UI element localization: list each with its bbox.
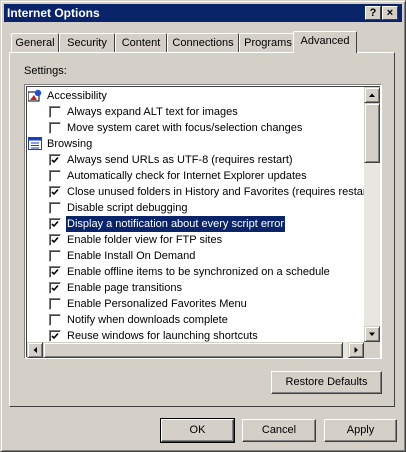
- checkmark-icon: [51, 236, 59, 244]
- help-button[interactable]: ?: [365, 6, 381, 20]
- checkbox-checked[interactable]: [49, 186, 61, 198]
- setting-label: Always send URLs as UTF-8 (requires rest…: [67, 154, 293, 166]
- checkmark-icon: [51, 268, 59, 276]
- window-title: Internet Options: [7, 6, 100, 20]
- close-button[interactable]: ×: [382, 6, 398, 20]
- checkbox-checked[interactable]: [49, 234, 61, 246]
- checkbox-checked[interactable]: [49, 330, 61, 342]
- setting-label: Move system caret with focus/selection c…: [67, 122, 303, 134]
- scroll-right-button[interactable]: [348, 342, 364, 358]
- settings-label: Settings:: [24, 65, 67, 77]
- checkbox-checked[interactable]: [49, 282, 61, 294]
- arrow-left-icon: [33, 347, 37, 353]
- vertical-scrollbar[interactable]: [364, 87, 380, 342]
- checkbox-checked[interactable]: [49, 154, 61, 166]
- arrow-right-icon: [354, 347, 358, 353]
- tab-security[interactable]: Security: [59, 33, 115, 52]
- title-bar: Internet Options ? ×: [4, 4, 402, 22]
- scrollbar-corner: [364, 342, 380, 358]
- tab-strip: General Security Content Connections Pro…: [9, 31, 399, 53]
- setting-label: Enable folder view for FTP sites: [67, 234, 223, 246]
- setting-label: Enable Install On Demand: [67, 250, 196, 262]
- checkbox[interactable]: [49, 170, 61, 182]
- checkmark-icon: [51, 156, 59, 164]
- setting-label: Automatically check for Internet Explore…: [67, 170, 307, 182]
- setting-label: Disable script debugging: [67, 202, 188, 214]
- checkbox[interactable]: [49, 106, 61, 118]
- internet-options-dialog: Internet Options ? × General Security Co…: [0, 0, 406, 452]
- scroll-down-button[interactable]: [364, 326, 380, 342]
- tab-advanced[interactable]: Advanced: [293, 31, 357, 53]
- tab-connections[interactable]: Connections: [167, 33, 239, 52]
- vertical-scroll-thumb[interactable]: [364, 103, 380, 163]
- checkbox[interactable]: [49, 122, 61, 134]
- checkbox[interactable]: [49, 298, 61, 310]
- checkbox-checked[interactable]: [49, 266, 61, 278]
- tab-content[interactable]: Content: [115, 33, 167, 52]
- browsing-icon: [28, 137, 42, 150]
- checkbox[interactable]: [49, 314, 61, 326]
- scroll-up-button[interactable]: [364, 87, 380, 103]
- setting-label: Close unused folders in History and Favo…: [67, 186, 374, 198]
- checkmark-icon: [51, 284, 59, 292]
- category-label: Browsing: [47, 138, 93, 150]
- apply-button[interactable]: Apply: [324, 419, 397, 442]
- checkbox[interactable]: [49, 250, 61, 262]
- setting-label: Enable offline items to be synchronized …: [67, 266, 330, 278]
- tab-programs[interactable]: Programs: [239, 33, 297, 52]
- restore-defaults-button[interactable]: Restore Defaults: [271, 371, 382, 394]
- cancel-button[interactable]: Cancel: [242, 419, 316, 442]
- category-label: Accessibility: [47, 90, 107, 102]
- arrow-up-icon: [369, 93, 375, 97]
- accessibility-icon: [28, 89, 42, 102]
- settings-list[interactable]: Accessibility Always expand ALT text for…: [24, 84, 382, 359]
- checkbox-checked[interactable]: [49, 218, 61, 230]
- setting-label: Enable Personalized Favorites Menu: [67, 298, 247, 310]
- checkmark-icon: [51, 188, 59, 196]
- setting-label: Display a notification about every scrip…: [66, 216, 286, 232]
- arrow-down-icon: [369, 332, 375, 336]
- checkmark-icon: [51, 220, 59, 228]
- scroll-left-button[interactable]: [27, 342, 43, 358]
- checkbox[interactable]: [49, 202, 61, 214]
- setting-label: Notify when downloads complete: [67, 314, 228, 326]
- setting-label: Enable page transitions: [67, 282, 182, 294]
- checkmark-icon: [51, 332, 59, 340]
- ok-button[interactable]: OK: [160, 418, 235, 443]
- setting-label: Always expand ALT text for images: [67, 106, 238, 118]
- horizontal-scrollbar[interactable]: [27, 342, 364, 358]
- horizontal-scroll-thumb[interactable]: [43, 342, 343, 358]
- tab-general[interactable]: General: [11, 33, 59, 52]
